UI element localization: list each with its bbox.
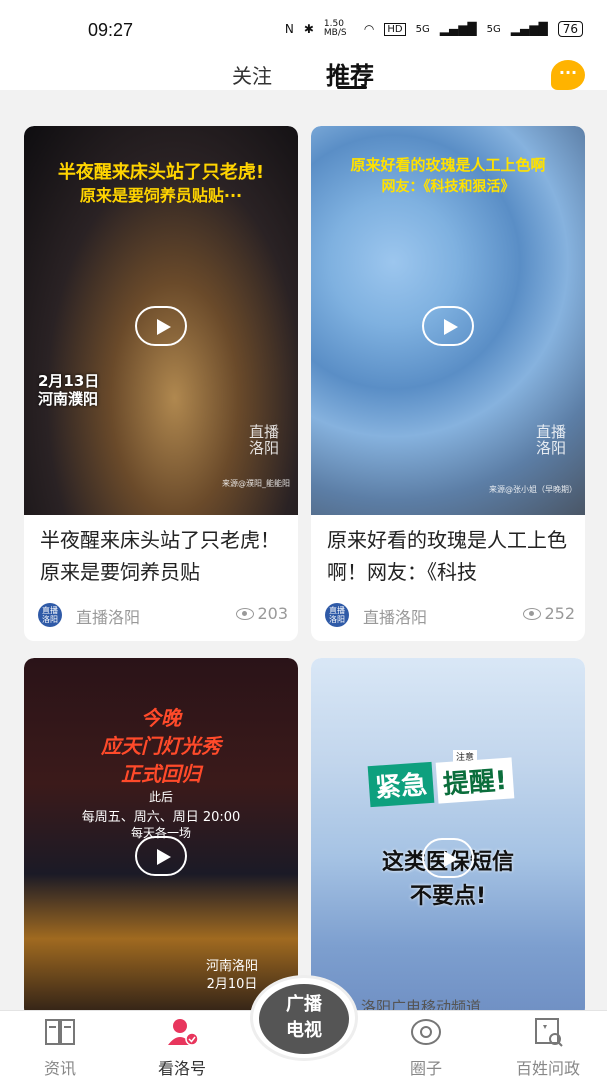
nav-label: 圈子 — [409, 1059, 442, 1078]
overlay-place: 河南濮阳 — [38, 390, 99, 408]
chat-bubble-icon[interactable]: ··· — [551, 60, 585, 90]
nav-label: 百姓问政 — [515, 1059, 580, 1078]
nav-item-news[interactable]: 资讯 — [20, 1017, 100, 1079]
video-card[interactable]: 半夜醒来床头站了只老虎! 原来是要饲养员贴贴··· 2月13日 河南濮阳 直播洛… — [24, 126, 298, 641]
watermark: 直播洛阳 — [248, 423, 279, 457]
nav-item-circle[interactable]: 圈子 — [386, 1017, 466, 1079]
network-speed: 1.50 MB/S — [323, 19, 347, 38]
center-label-1: 广播 — [286, 994, 322, 1015]
nav-item-public-inquiry[interactable]: 百姓问政 — [508, 1017, 588, 1079]
play-icon[interactable] — [135, 836, 187, 876]
nav-item-kanluohao[interactable]: 看洛号 — [142, 1017, 222, 1079]
eye-icon — [523, 608, 541, 620]
card-title[interactable]: 原来好看的玫瑰是人工上色啊！网友：《科技 — [327, 524, 567, 588]
play-icon[interactable] — [135, 306, 187, 346]
signal-bars-1-icon: ▂▄▆█ — [439, 22, 477, 36]
hd-icon: HD — [384, 22, 406, 36]
view-count: 203 — [257, 604, 288, 623]
overlay-badge-urgent: 紧急 — [367, 761, 435, 808]
overlay-line-4: 此后 — [148, 790, 173, 804]
overlay-line-1: 今晚 — [141, 706, 181, 730]
overlay-badge-reminder: 提醒! — [435, 757, 515, 804]
play-icon[interactable] — [422, 306, 474, 346]
bluetooth-icon: ✱ — [303, 22, 314, 36]
card-meta: 直播 洛阳 直播洛阳 252 — [325, 602, 575, 628]
signal-2-label: 5G — [486, 23, 501, 35]
video-thumbnail[interactable]: 今晚 应天门灯光秀 正式回归 此后 每周五、周六、周日 20:00 每天各一场 … — [24, 658, 298, 1018]
channel-logo-icon: 直播 洛阳 — [325, 603, 349, 627]
eye-icon — [236, 608, 254, 620]
tv-icon: 广播 电视 — [259, 984, 349, 1054]
source-note: 来源@张小姐（早晚期） — [489, 485, 577, 494]
view-count: 252 — [544, 604, 575, 623]
user-check-icon — [168, 1019, 199, 1046]
overlay-line-2: 不要点! — [409, 884, 487, 909]
overlay-place: 河南洛阳 — [205, 959, 258, 974]
status-icons: N ✱ 1.50 MB/S ◠ HD 5G ▂▄▆█ 5G ▂▄▆█ 76 — [285, 20, 583, 38]
overlay-subline: 网友：《科技和狠活》 — [381, 179, 515, 195]
overlay-place-date: 河南洛阳 2月10日 — [206, 958, 258, 994]
center-label-2: 电视 — [286, 1020, 322, 1041]
circle-icon — [411, 1019, 441, 1045]
battery-icon: 76 — [557, 21, 583, 37]
overlay-date: 2月13日 — [38, 372, 100, 390]
nfc-icon: N — [284, 22, 294, 36]
status-bar: 09:27 N ✱ 1.50 MB/S ◠ HD 5G ▂▄▆█ 5G ▂▄▆█… — [0, 0, 607, 56]
tab-follow[interactable]: 关注 — [232, 60, 272, 89]
video-card[interactable]: 今晚 应天门灯光秀 正式回归 此后 每周五、周六、周日 20:00 每天各一场 … — [24, 658, 298, 1018]
broadcast-tv-button[interactable]: 广播 电视 — [250, 975, 358, 1061]
card-title[interactable]: 半夜醒来床头站了只老虎！原来是要饲养员贴 — [40, 524, 280, 588]
video-thumbnail[interactable]: 注意 紧急 提醒! 这类医保短信 不要点! 洛阳广电移动频道 — [311, 658, 585, 1018]
overlay-line-2: 应天门灯光秀 — [101, 734, 221, 758]
video-card[interactable]: 原来好看的玫瑰是人工上色啊 网友：《科技和狠活》 直播洛阳 来源@张小姐（早晚期… — [311, 126, 585, 641]
overlay-subline: 原来是要饲养员贴贴··· — [79, 186, 243, 205]
nav-label: 资讯 — [43, 1059, 76, 1078]
source-note: 来源@濮阳_能能阳 — [222, 479, 290, 488]
overlay-line-3: 正式回归 — [121, 762, 201, 786]
play-icon[interactable] — [422, 838, 474, 878]
video-card[interactable]: 注意 紧急 提醒! 这类医保短信 不要点! 洛阳广电移动频道 — [311, 658, 585, 1018]
video-thumbnail[interactable]: 原来好看的玫瑰是人工上色啊 网友：《科技和狠活》 直播洛阳 来源@张小姐（早晚期… — [311, 126, 585, 515]
top-tabs: 关注 推荐 ··· — [0, 56, 607, 90]
video-thumbnail[interactable]: 半夜醒来床头站了只老虎! 原来是要饲养员贴贴··· 2月13日 河南濮阳 直播洛… — [24, 126, 298, 515]
nav-label: 看洛号 — [157, 1059, 206, 1078]
wifi-icon: ◠ — [363, 22, 375, 36]
overlay-headline: 原来好看的玫瑰是人工上色啊 — [350, 156, 546, 174]
channel-name[interactable]: 直播洛阳 — [76, 604, 140, 628]
signal-bars-2-icon: ▂▄▆█ — [510, 22, 548, 36]
question-board-icon — [535, 1018, 563, 1047]
status-time: 09:27 — [88, 20, 134, 40]
channel-name[interactable]: 直播洛阳 — [363, 604, 427, 628]
card-meta: 直播 洛阳 直播洛阳 203 — [38, 602, 288, 628]
overlay-date: 2月10日 — [206, 977, 258, 992]
overlay-date-place: 2月13日 河南濮阳 — [38, 372, 99, 408]
overlay-line-5: 每周五、周六、周日 20:00 — [81, 810, 241, 825]
book-icon — [45, 1019, 75, 1045]
tab-active-indicator — [337, 86, 367, 89]
watermark: 直播洛阳 — [535, 423, 566, 457]
signal-1-label: 5G — [415, 23, 430, 35]
overlay-headline: 半夜醒来床头站了只老虎! — [57, 162, 265, 183]
channel-logo-icon: 直播 洛阳 — [38, 603, 62, 627]
